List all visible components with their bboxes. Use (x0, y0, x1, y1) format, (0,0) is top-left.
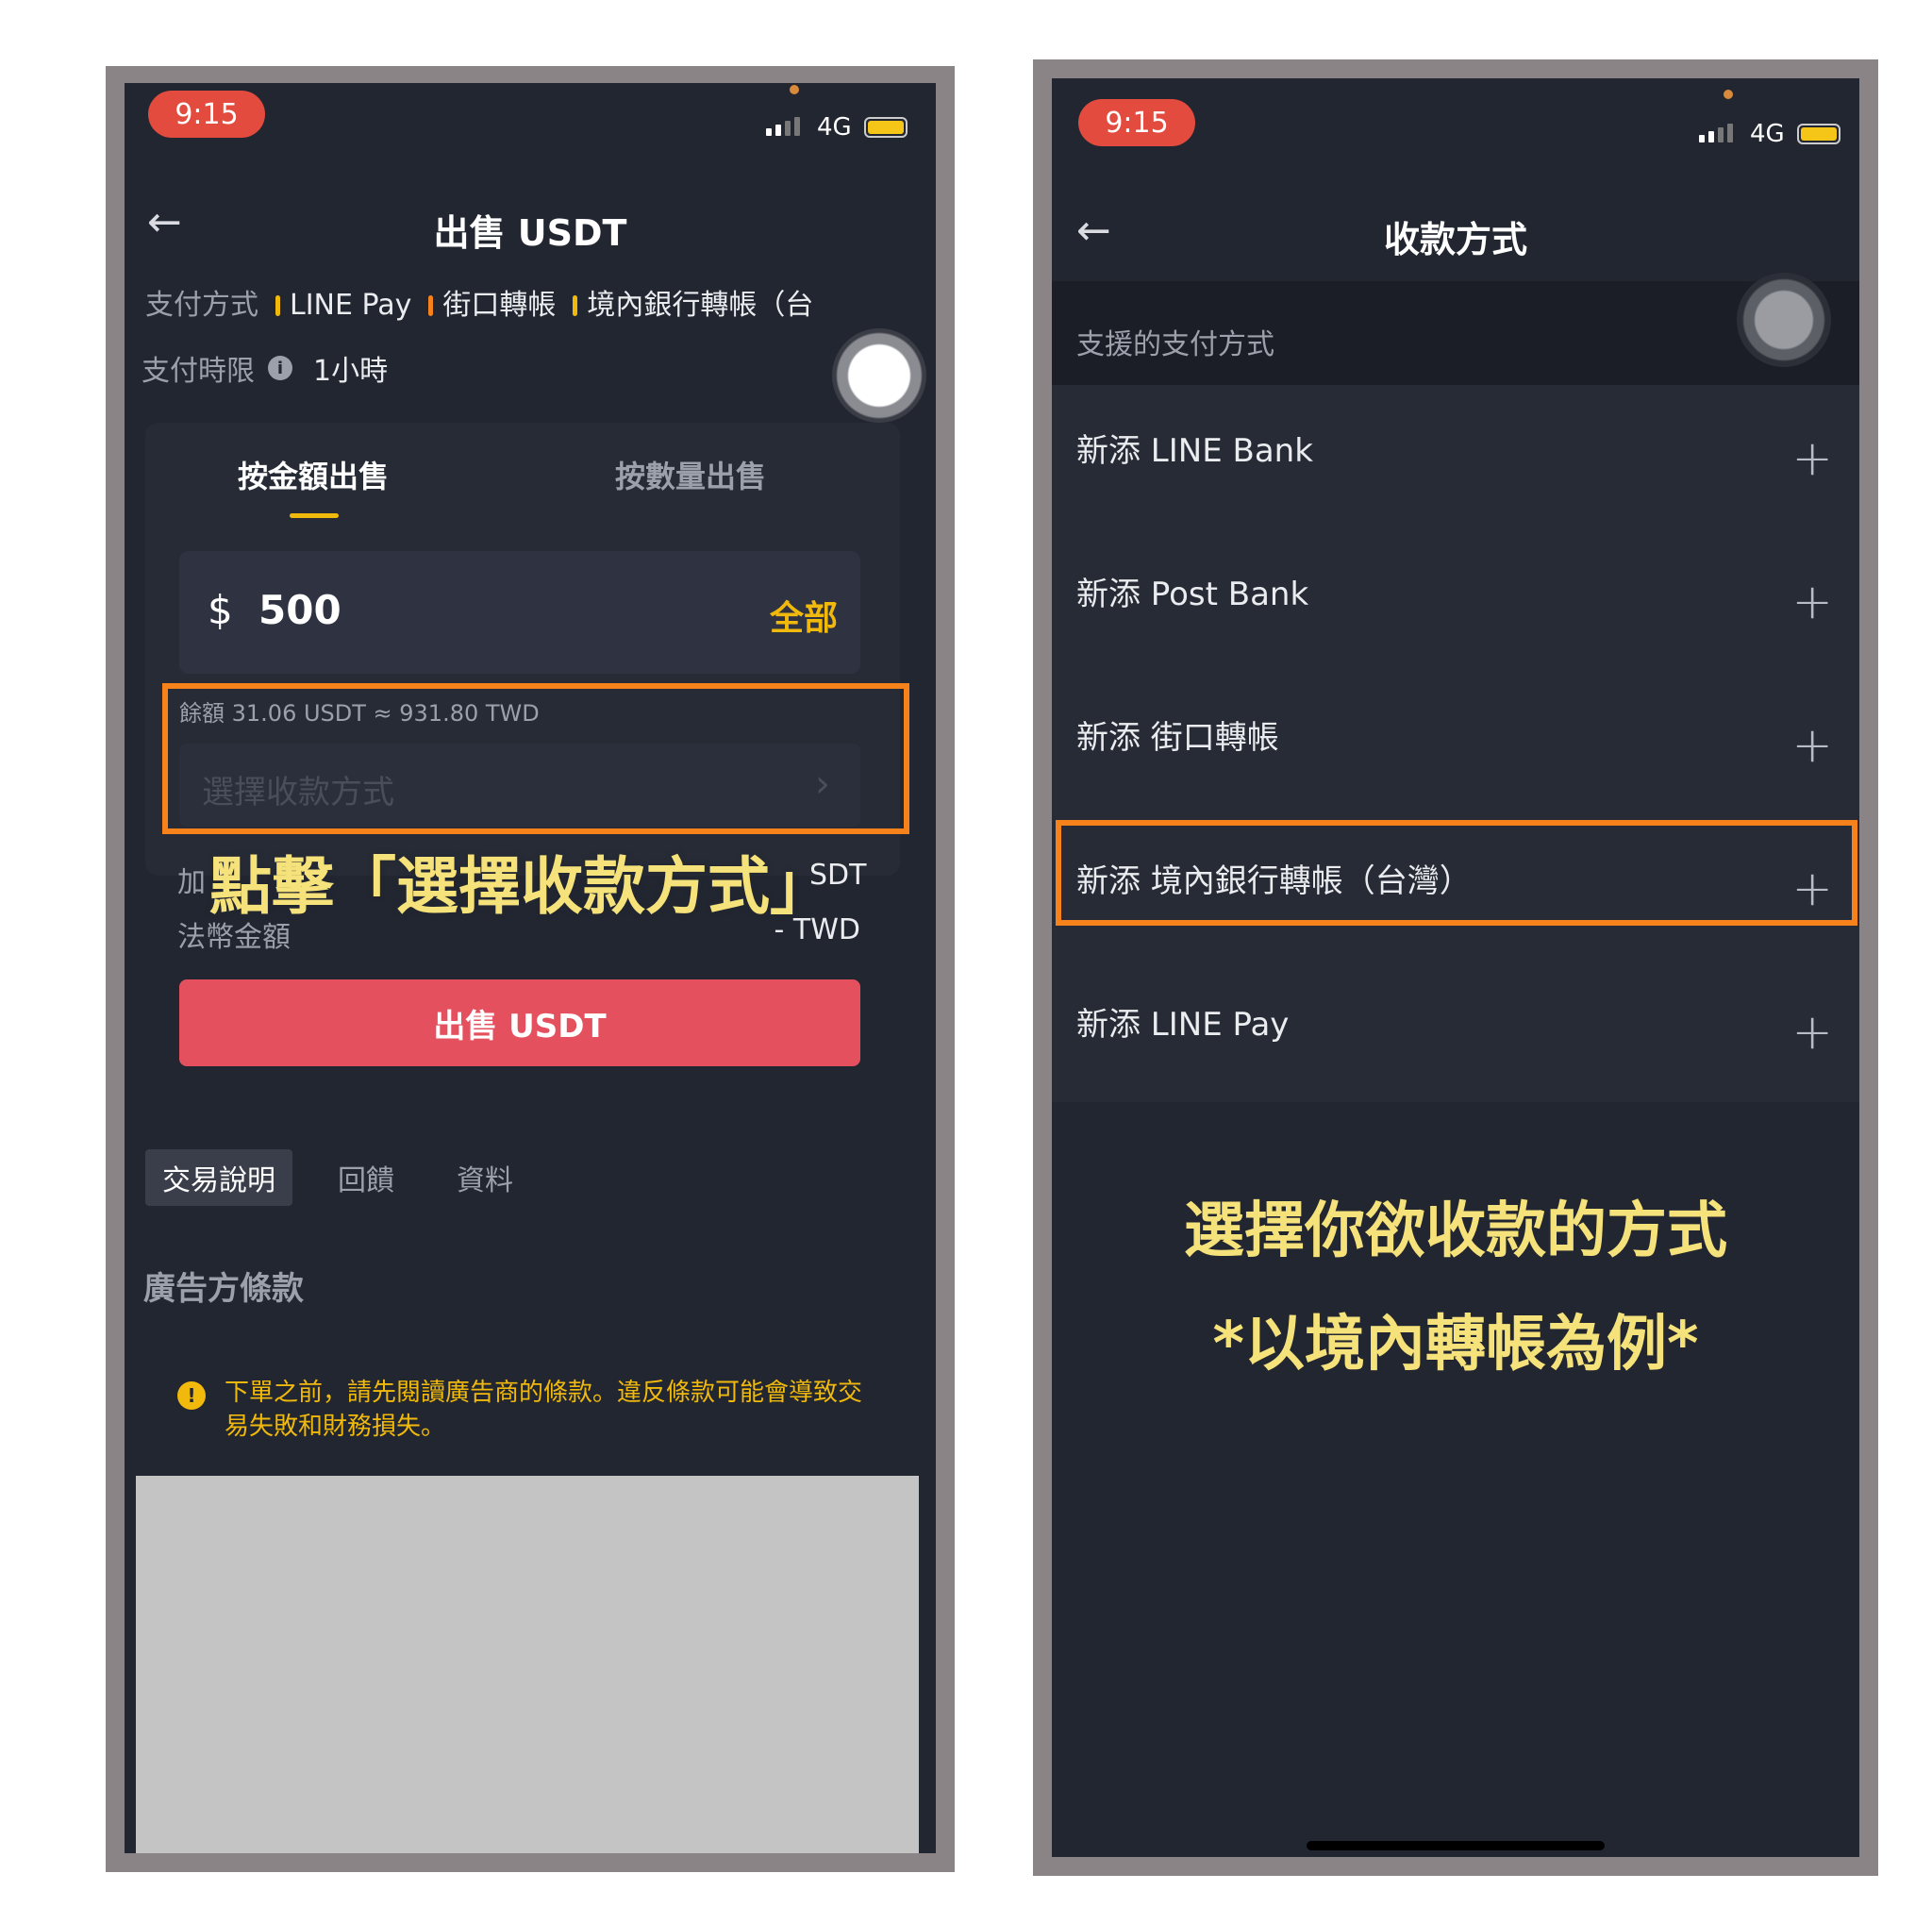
payment-bullet-3 (573, 295, 578, 316)
amount-input[interactable]: $ 500 全部 (179, 551, 860, 674)
annotation-example: *以境內轉帳為例* (1212, 1310, 1699, 1380)
payment-methods-row: 支付方式 LINE Pay 街口轉帳 境內銀行轉帳（台 (145, 281, 813, 323)
tab-by-amount[interactable]: 按金額出售 (219, 453, 408, 496)
payment-method-3: 境內銀行轉帳（台 (587, 289, 814, 322)
tab-feedback[interactable]: 回饋 (338, 1157, 394, 1198)
time-limit-value: 1小時 (313, 355, 389, 388)
home-indicator (1307, 1841, 1605, 1850)
status-time: 9:15 (1078, 99, 1195, 146)
left-phone-screen: 9:15 4G ← 出售 USDT 支付方式 LINE Pay 街口轉帳 境內銀行轉帳… (125, 83, 936, 1853)
sell-usdt-button[interactable]: 出售 USDT (179, 979, 860, 1066)
method-label: 新添 街口轉帳 (1076, 719, 1279, 757)
method-label: 新添 LINE Bank (1076, 432, 1313, 470)
tab-by-quantity[interactable]: 按數量出售 (596, 453, 785, 496)
plus-icon[interactable]: + (1791, 1008, 1833, 1057)
battery-icon (1797, 124, 1840, 144)
signal-icon (766, 117, 800, 136)
annotation-choose-method: 選擇你欲收款的方式 (1184, 1196, 1727, 1266)
camera-dot (790, 85, 799, 94)
redaction-block (136, 1476, 919, 1853)
battery-icon (864, 117, 908, 138)
page-title: 出售 USDT (433, 212, 627, 254)
page-title: 收款方式 (1383, 219, 1527, 260)
all-button[interactable]: 全部 (770, 591, 838, 640)
method-label: 新添 LINE Pay (1076, 1006, 1290, 1044)
method-item-jko-transfer[interactable]: 新添 街口轉帳 + (1052, 672, 1859, 815)
warning-icon: ! (177, 1381, 206, 1410)
payment-bullet-2 (428, 295, 434, 316)
tab-active-indicator (290, 513, 339, 518)
info-icon[interactable]: i (268, 356, 292, 380)
currency-symbol: $ (208, 587, 233, 633)
method-item-line-bank[interactable]: 新添 LINE Bank + (1052, 385, 1859, 528)
method-item-post-bank[interactable]: 新添 Post Bank + (1052, 528, 1859, 672)
floating-assistive-button[interactable] (1737, 273, 1831, 367)
floating-assistive-button[interactable] (832, 328, 926, 423)
payment-method-2: 街口轉帳 (442, 289, 557, 322)
time-limit-label: 支付時限 (142, 355, 255, 388)
amount-value: 500 (258, 587, 341, 633)
warning-text: 下單之前，請先閱讀廣告商的條款。違反條款可能會導致交易失敗和財務損失。 (225, 1379, 863, 1441)
section-label: 支援的支付方式 (1076, 328, 1274, 361)
highlight-box-domestic-transfer (1056, 820, 1857, 926)
plus-icon[interactable]: + (1791, 577, 1833, 627)
payment-bullet-1 (275, 295, 280, 316)
terms-heading: 廣告方條款 (143, 1270, 304, 1308)
payment-method-1: LINE Pay (290, 289, 412, 322)
plus-icon[interactable]: + (1791, 721, 1833, 770)
highlight-box-select-method (162, 683, 909, 834)
method-label: 新添 Post Bank (1076, 576, 1309, 613)
plus-icon[interactable]: + (1791, 434, 1833, 483)
crypto-amount-label: 加 (177, 866, 206, 899)
camera-dot (1724, 90, 1733, 99)
tab-trade-info[interactable]: 交易說明 (145, 1149, 292, 1206)
signal-icon (1699, 124, 1733, 142)
method-item-line-pay[interactable]: 新添 LINE Pay + (1052, 959, 1859, 1102)
annotation-click-select: 點擊「選擇收款方式」 (209, 850, 832, 923)
network-label: 4G (817, 113, 852, 142)
right-phone-screen: 9:15 4G ← 收款方式 支援的支付方式 新添 LINE Bank + 新添… (1052, 78, 1859, 1857)
time-limit-row: 支付時限 i 1小時 (142, 347, 388, 389)
network-label: 4G (1750, 120, 1785, 148)
status-time: 9:15 (148, 91, 265, 138)
tab-info[interactable]: 資料 (457, 1157, 513, 1198)
payment-label: 支付方式 (145, 289, 258, 322)
